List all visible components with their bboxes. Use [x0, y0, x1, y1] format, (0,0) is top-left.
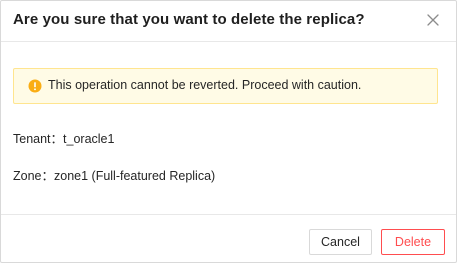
dialog-footer: Cancel Delete	[1, 214, 456, 263]
zone-label: Zone：	[13, 169, 54, 183]
tenant-value: t_oracle1	[63, 132, 115, 146]
warning-alert: This operation cannot be reverted. Proce…	[13, 68, 438, 104]
delete-button[interactable]: Delete	[381, 229, 445, 255]
zone-field: Zone：zone1 (Full-featured Replica)	[13, 165, 215, 184]
delete-replica-dialog: Are you sure that you want to delete the…	[0, 0, 457, 263]
warning-message: This operation cannot be reverted. Proce…	[48, 78, 362, 92]
close-icon[interactable]	[423, 10, 443, 30]
dialog-title: Are you sure that you want to delete the…	[13, 11, 365, 28]
tenant-field: Tenant：t_oracle1	[13, 128, 114, 147]
cancel-button[interactable]: Cancel	[309, 229, 372, 255]
dialog-header: Are you sure that you want to delete the…	[1, 1, 456, 42]
tenant-label: Tenant：	[13, 132, 64, 146]
zone-value: zone1 (Full-featured Replica)	[54, 169, 216, 183]
warning-circle-icon	[28, 79, 42, 93]
